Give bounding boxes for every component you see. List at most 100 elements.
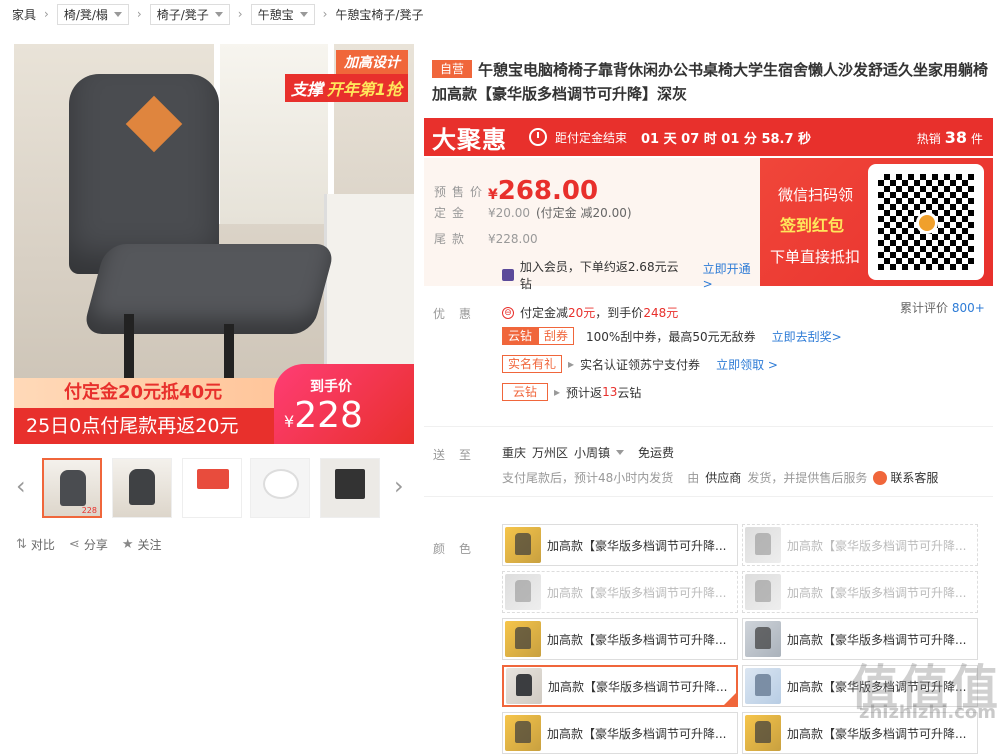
color-option-disabled[interactable]: 加高款【豪华版多档调节可升降... [742,524,978,566]
festival-text: 开年第1抢 [326,80,402,99]
color-thumbnail [505,715,541,751]
divider [424,496,993,497]
color-thumbnail [745,668,781,704]
shipping-label: 送至 [433,448,486,462]
color-option-label: 加高款【豪华版多档调节可升降... [548,679,728,694]
color-thumbnail [745,715,781,751]
breadcrumb-brand-dropdown[interactable]: 午憩宝 [250,3,315,25]
breadcrumb-category-dropdown[interactable]: 椅/凳/榻 [56,3,129,25]
scratch-text: 100%刮中券，最高50元无敌券 [586,329,756,344]
shipping-location: 重庆 万州区 小周镇 免运费 [502,444,674,461]
color-option-selected[interactable]: 加高款【豪华版多档调节可升降... [502,665,738,707]
follow-button[interactable]: ★ 关注 [122,536,162,553]
contact-service-button[interactable]: 联系客服 [873,469,938,486]
rebate-text-a: 预计返 [566,385,603,400]
self-operated-badge: 自营 [432,60,473,78]
color-thumbnail [505,621,541,657]
badge-price: ¥228 [284,396,363,442]
seller-name: 供应商 [705,471,742,485]
location-district: 万州区 [532,446,569,460]
realname-text: 实名认证领苏宁支付券 [580,357,701,372]
vip-row: 加入会员，下单约返2.68元云钻 立即开通> [502,258,760,292]
chevron-down-icon [299,11,308,17]
thumbnail-3[interactable] [182,458,242,518]
rebate-text-b: 云钻 [617,385,642,400]
location-city: 重庆 [502,446,527,460]
scratch-link[interactable]: 立即去刮奖> [772,328,842,345]
promo-row-scratch: 云钻 刮券 100%刮中券，最高50元无敌券 立即去刮奖> [502,327,842,345]
cloud-diamond-tag: 云钻 [502,327,539,345]
share-button[interactable]: ⋖ 分享 [69,536,108,553]
shipping-time-text: 支付尾款后，预计48小时内发货 [502,471,674,485]
promo-deposit-amount: 20元 [568,306,596,320]
promo-row-realname: 实名有礼 ▸ 实名认证领苏宁支付券 立即领取 > [502,355,778,373]
color-option-label: 加高款【豪华版多档调节可升降... [787,585,967,600]
qr-line-1: 微信扫码领 [778,186,854,204]
chevron-left-icon[interactable]: ‹ [16,474,26,498]
main-product-image[interactable]: 加高设计 支撑 开年第1抢 付定金20元抵40元 25日0点付尾款再返20元 到手… [14,44,414,444]
color-thumbnail [745,527,781,563]
shipping-note: 支付尾款后，预计48小时内发货 由 供应商 发货，并提供售后服务 联系客服 [502,469,938,486]
badge-label: 到手价 [310,379,352,395]
presale-price: ¥268.00 [488,176,598,206]
breadcrumb-brand-label: 午憩宝 [257,7,294,22]
follow-label: 关注 [137,538,162,552]
breadcrumb-separator: › [322,7,328,21]
thumbnail-image [263,469,299,499]
color-option[interactable]: 加高款【豪华版多档调节可升降... [502,712,738,754]
thumbnail-4[interactable] [250,458,310,518]
location-selector[interactable]: 重庆 万州区 小周镇 [502,444,625,461]
lion-logo-icon [916,212,938,234]
presale-value: 268.00 [497,176,599,206]
balance-row: 尾款 ¥228.00 [434,230,538,247]
customer-service-icon [873,470,888,485]
balance-label: 尾款 [434,232,471,246]
review-summary: 累计评价 800+ [900,299,985,316]
deposit-label: 定金 [434,206,471,220]
color-label: 颜色 [433,542,486,556]
cloud-diamond-tag: 云钻 [502,383,549,401]
color-thumbnail [506,668,542,704]
breadcrumb-subcategory-dropdown[interactable]: 椅子/凳子 [149,3,230,25]
compare-button[interactable]: ⇅ 对比 [16,536,55,553]
image-price-badge: 到手价 ¥228 [274,364,414,444]
color-option-label: 加高款【豪华版多档调节可升降... [787,632,967,647]
color-option-label: 加高款【豪华版多档调节可升降... [547,538,727,553]
compare-icon: ⇅ [16,537,27,552]
color-option[interactable]: 加高款【豪华版多档调节可升降... [502,524,738,566]
background-window [214,44,334,224]
chevron-right-icon[interactable]: › [394,474,404,498]
thumbnail-strip: ‹ 228 › [14,454,414,520]
divider [424,426,993,427]
color-option-disabled[interactable]: 加高款【豪华版多档调节可升降... [742,571,978,613]
promo-deposit-mid: ，到手价 [595,306,644,320]
wechat-qr-promo: 微信扫码领 签到红包 下单直接抵扣 [760,158,993,286]
deposit-row: 定金 ¥20.00 (付定金 减20.00) [434,204,632,221]
breadcrumb-home[interactable]: 家具 [12,6,36,23]
watermark-url: zhizhizhi.com [858,702,996,723]
countdown-label: 距付定金结束 [555,130,628,145]
scratch-tag: 刮券 [538,327,575,345]
deposit-note: (付定金 减20.00) [536,206,632,220]
qr-code[interactable] [868,164,984,280]
thumbnail-1[interactable]: 228 [42,458,102,518]
breadcrumb-category-label: 椅/凳/榻 [63,7,108,22]
thumbnail-5[interactable] [320,458,380,518]
thumbnail-2[interactable] [112,458,172,518]
color-option-disabled[interactable]: 加高款【豪华版多档调节可升降... [502,571,738,613]
shipping-by-text: 由 [687,471,700,485]
review-count-link[interactable]: 800+ [952,301,985,315]
realname-link[interactable]: 立即领取 > [716,356,778,373]
color-option-label: 加高款【豪华版多档调节可升降... [547,632,727,647]
color-option[interactable]: 加高款【豪华版多档调节可升降... [502,618,738,660]
thumbnail-price: 228 [81,506,97,515]
chevron-down-icon [113,11,122,17]
price-panel: 预售价 ¥268.00 定金 ¥20.00 (付定金 减20.00) 尾款 ¥228.0… [424,158,760,291]
location-town: 小周镇 [574,446,611,460]
review-label: 累计评价 [900,301,949,315]
vip-open-link[interactable]: 立即开通> [703,260,760,291]
product-title-text: 午憩宝电脑椅椅子靠背休闲办公书桌椅大学生宿舍懒人沙发舒适久坐家用躺椅 加高款【豪… [432,61,989,103]
breadcrumb-separator: › [44,7,49,21]
image-tag-support: 支撑 开年第1抢 [284,74,408,102]
compare-label: 对比 [30,538,55,552]
